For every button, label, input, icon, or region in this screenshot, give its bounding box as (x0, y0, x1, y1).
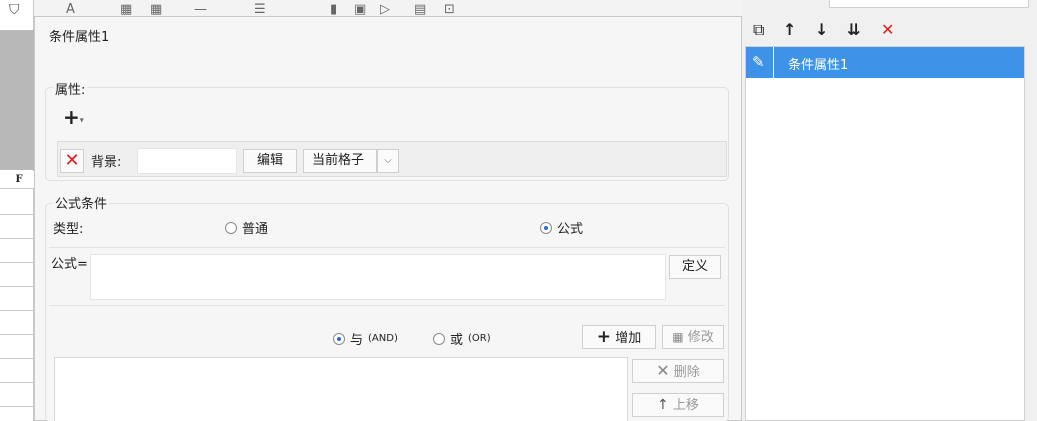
sheet-gridline (0, 238, 34, 239)
copy-icon[interactable]: ⧉ (753, 20, 764, 40)
sheet-gridline (0, 262, 34, 263)
chart-icon: ▮ (330, 2, 338, 17)
formula-input[interactable] (90, 254, 666, 300)
move-bottom-icon[interactable]: ⇊ (847, 20, 860, 39)
background-label: 背景: (91, 155, 122, 170)
condition-attribute-dialog: 条件属性1 属性: +▾ ✕ 背景: 编辑 当前格子 ⌵ 公式条件 类型: 普通… (34, 16, 742, 421)
attributes-label: 属性: (53, 79, 88, 98)
spreadsheet-area: ⛉ F (0, 0, 34, 421)
sheet-gray-region (0, 30, 34, 170)
dropdown-arrow-icon: ▾ (79, 115, 84, 125)
divider (49, 247, 725, 248)
delete-condition-label: 删除 (673, 365, 700, 380)
add-condition-button[interactable]: + 增加 (582, 325, 656, 349)
move-up-condition-label: 上移 (672, 398, 699, 413)
pointer-icon: ▷ (380, 2, 390, 17)
type-normal-label: 普通 (242, 222, 269, 237)
modify-condition-button[interactable]: ▦ 修改 (662, 325, 724, 349)
chevron-down-icon: ⌵ (384, 155, 392, 166)
plus-icon: + (63, 105, 80, 129)
radio-indicator (433, 332, 445, 345)
modify-condition-label: 修改 (687, 330, 714, 345)
logic-or-label: 或 (450, 333, 464, 348)
sheet-gridline (0, 334, 34, 335)
scope-select[interactable]: 当前格子 (303, 149, 377, 173)
edit-button[interactable]: 编辑 (243, 149, 297, 173)
bold-icon: A (66, 2, 75, 17)
type-label: 类型: (53, 222, 84, 237)
plus-icon: + (596, 327, 612, 347)
sheet-gridline (0, 310, 34, 311)
arrow-down-icon[interactable]: ↓ (815, 20, 828, 39)
move-up-condition-button[interactable]: ↑ 上移 (632, 393, 724, 417)
form-icon: ▤ (414, 2, 427, 17)
dialog-title: 条件属性1 (49, 30, 110, 45)
red-x-icon: ✕ (64, 150, 80, 171)
type-normal-radio[interactable]: 普通 (225, 218, 268, 237)
list-item[interactable]: ✎ 条件属性1 (746, 47, 1024, 78)
align-icon: ☰ (254, 2, 266, 17)
frame-icon: ⊡ (444, 2, 455, 17)
arrow-up-icon[interactable]: ↑ (783, 20, 796, 39)
list-item-label: 条件属性1 (788, 58, 849, 73)
radio-indicator (333, 332, 345, 345)
column-header-f: F (0, 171, 34, 189)
sheet-gridline (0, 358, 34, 359)
formula-condition-label: 公式条件 (53, 193, 110, 212)
delete-condition-button[interactable]: ✕ 删除 (632, 359, 724, 383)
logic-or-suffix: (OR) (468, 333, 491, 344)
define-button[interactable]: 定义 (669, 255, 721, 279)
logic-and-label: 与 (350, 333, 364, 348)
condition-item-list: ✎ 条件属性1 (745, 46, 1025, 421)
logic-or-radio[interactable]: 或 (OR) (433, 329, 491, 348)
close-icon: ✕ (656, 361, 670, 380)
condition-list[interactable] (54, 357, 628, 421)
divider (49, 305, 725, 306)
table-icon: ▦ (120, 2, 133, 17)
radio-indicator (225, 221, 237, 234)
sheet-gridline (0, 382, 34, 383)
pencil-icon: ✎ (752, 53, 765, 71)
arrow-up-icon: ↑ (657, 397, 669, 413)
logic-and-radio[interactable]: 与 (AND) (333, 329, 398, 348)
formula-label: 公式= (51, 257, 88, 272)
line-icon: — (194, 2, 207, 17)
top-field-edge (829, 0, 1029, 8)
delete-icon[interactable]: ✕ (881, 20, 894, 39)
remove-attribute-button[interactable]: ✕ (60, 149, 84, 173)
type-formula-radio[interactable]: 公式 (540, 218, 583, 237)
add-condition-label: 增加 (615, 331, 642, 346)
condition-list-panel: ⧉ ↑ ↓ ⇊ ✕ ✎ 条件属性1 (743, 0, 1037, 421)
sheet-gridline (0, 214, 34, 215)
type-formula-label: 公式 (557, 222, 584, 237)
scope-select-arrow[interactable]: ⌵ (377, 149, 399, 173)
radio-indicator (540, 221, 552, 234)
modify-icon: ▦ (672, 330, 684, 344)
grid-icon: ▦ (150, 2, 163, 17)
sheet-gridline (0, 406, 34, 407)
image-icon: ▣ (354, 2, 367, 17)
item-separator (773, 47, 774, 78)
add-attribute-button[interactable]: +▾ (63, 107, 97, 129)
sheet-gridline (0, 286, 34, 287)
background-preview-field[interactable] (137, 148, 237, 174)
logic-and-suffix: (AND) (368, 333, 398, 344)
format-painter-icon: ⛉ (9, 2, 20, 18)
